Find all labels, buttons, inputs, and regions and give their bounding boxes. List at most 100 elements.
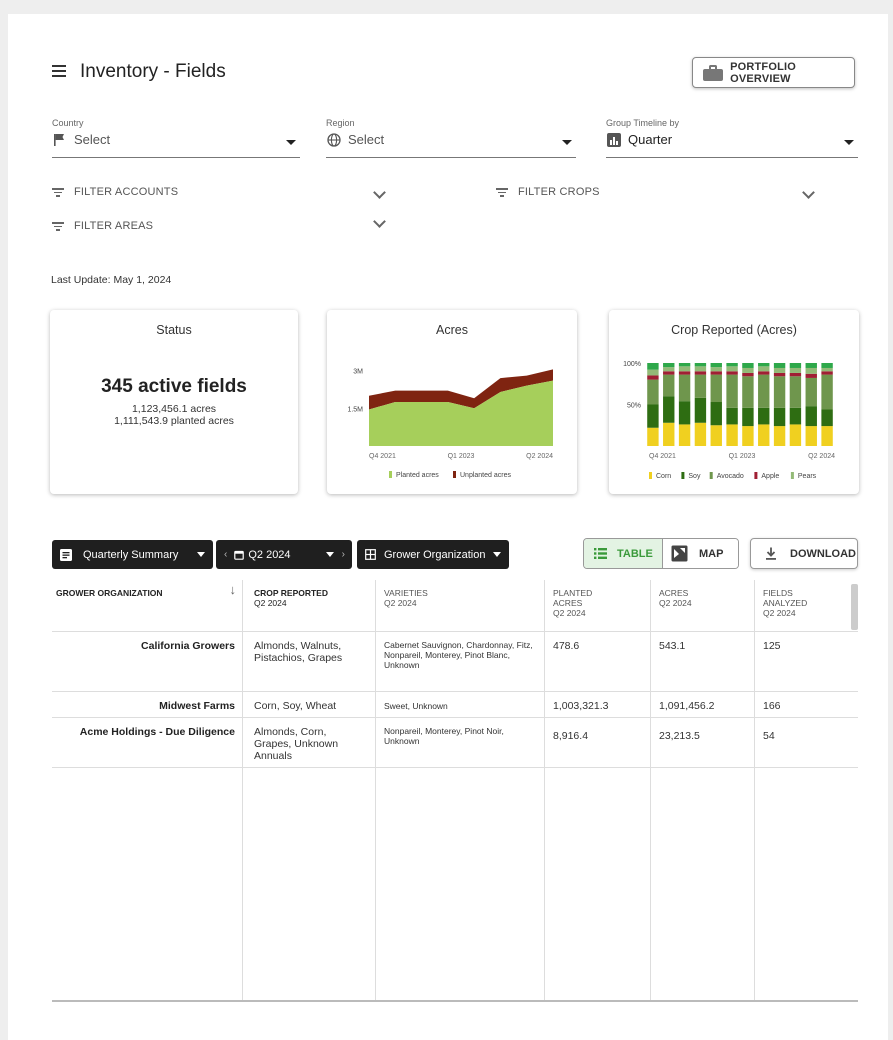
bar-segment	[789, 372, 802, 377]
download-button[interactable]: DOWNLOAD	[750, 538, 858, 569]
bar-segment	[647, 404, 659, 428]
summary-select[interactable]: Quarterly Summary	[52, 540, 213, 569]
page-title: Inventory - Fields	[80, 61, 226, 82]
timeline-select[interactable]: Group Timeline by Quarter	[606, 118, 858, 158]
list-icon	[594, 548, 607, 559]
caret-down-icon	[492, 552, 501, 557]
active-fields-count: 345 active fields	[101, 376, 247, 397]
bar-segment	[758, 366, 770, 372]
table-row[interactable]: California Growers Almonds, Walnuts, Pis…	[52, 632, 858, 692]
header-fields-analyzed[interactable]: FIELDS ANALYZED Q2 2024	[754, 580, 858, 632]
total-acres: 1,123,456.1 acres	[131, 403, 217, 415]
chevron-down-icon[interactable]	[802, 190, 816, 200]
sort-arrow-icon[interactable]: ↓	[230, 583, 237, 596]
bar-segment	[821, 367, 833, 372]
filter-icon	[496, 187, 508, 197]
legend-label: Pears	[798, 473, 817, 480]
filter-crops[interactable]: FILTER CROPS	[496, 182, 600, 202]
page: Inventory - Fields PORTFOLIO OVERVIEW Co…	[8, 14, 888, 1040]
bar-segment	[773, 367, 786, 373]
portfolio-overview-button[interactable]: PORTFOLIO OVERVIEW	[692, 57, 855, 88]
header-title: GROWER ORGANIZATION	[56, 588, 163, 598]
y-tick-label: 100%	[623, 361, 641, 368]
legend-label: Unplanted acres	[460, 472, 511, 479]
x-tick-label: Q1 2023	[448, 453, 475, 460]
cell-acres: 1,091,456.2	[659, 700, 715, 712]
bar-segment	[678, 374, 691, 402]
cell-crops: Almonds, Corn, Grapes, Unknown Annuals	[254, 726, 339, 762]
y-tick-label: 3M	[353, 369, 363, 376]
table-row[interactable]: Acme Holdings - Due Diligence Almonds, C…	[52, 718, 858, 768]
bar-segment	[710, 371, 722, 375]
cell-acres: 543.1	[659, 640, 686, 652]
flag-icon	[54, 134, 64, 146]
filter-icon	[52, 221, 64, 231]
header-acres[interactable]: ACRES Q2 2024	[650, 580, 754, 632]
legend-swatch	[649, 472, 652, 479]
filter-accounts[interactable]: FILTER ACCOUNTS	[52, 182, 178, 202]
header-varieties[interactable]: VARIETIES Q2 2024	[375, 580, 544, 632]
chevron-down-icon	[286, 140, 296, 145]
view-toggle[interactable]: TABLE MAP	[583, 538, 739, 569]
header-title: PLANTED ACRES	[553, 588, 593, 608]
country-select[interactable]: Country Select	[52, 118, 300, 158]
region-label: Region	[326, 118, 355, 128]
bar-segment	[821, 409, 833, 427]
country-value: Select	[74, 132, 111, 147]
bar-segment	[742, 407, 754, 427]
portfolio-overview-label: PORTFOLIO OVERVIEW	[730, 60, 797, 85]
header-title: FIELDS ANALYZED	[763, 588, 808, 608]
bar-segment	[773, 372, 786, 377]
bar-segment	[821, 363, 833, 368]
map-view-button[interactable]: MAP	[663, 539, 738, 568]
bar-segment	[758, 363, 770, 367]
bar-segment	[663, 396, 675, 423]
previous-period-icon[interactable]: ‹	[224, 549, 227, 560]
cell-org: California Growers	[141, 640, 235, 652]
planted-acres-area	[369, 380, 553, 446]
globe-icon	[327, 133, 341, 147]
menu-icon[interactable]	[52, 65, 66, 77]
bar-segment	[678, 363, 691, 367]
chevron-down-icon	[844, 140, 854, 145]
status-card: Status 345 active fields 1,123,456.1 acr…	[50, 310, 298, 494]
bar-segment	[694, 422, 707, 446]
bar-segment	[773, 426, 786, 446]
y-tick-label: 50%	[627, 403, 641, 410]
header-sub: Q2 2024	[659, 598, 692, 608]
bar-segment	[663, 363, 675, 368]
chevron-down-icon[interactable]	[373, 190, 387, 200]
group-by-label: Grower Organization	[384, 548, 486, 561]
cell-org: Acme Holdings - Due Diligence	[79, 726, 235, 738]
chevron-down-icon	[562, 140, 572, 145]
legend-label: Apple	[761, 473, 779, 480]
bar-segment	[710, 402, 722, 426]
header-crop-reported[interactable]: CROP REPORTED Q2 2024	[242, 580, 375, 632]
table-view-label: TABLE	[617, 547, 653, 560]
table-row[interactable]: Midwest Farms Corn, Soy, Wheat Sweet, Un…	[52, 692, 858, 718]
bar-segment	[758, 374, 770, 408]
grower-table: GROWER ORGANIZATION ↓ CROP REPORTED Q2 2…	[52, 580, 858, 1002]
bar-segment	[710, 363, 722, 368]
bar-segment	[678, 371, 691, 375]
chevron-down-icon[interactable]	[373, 219, 387, 229]
caret-down-icon	[197, 552, 205, 557]
group-by-select[interactable]: Grower Organization	[357, 540, 509, 569]
bar-segment	[694, 366, 707, 372]
table-view-button[interactable]: TABLE	[584, 539, 663, 568]
bar-segment	[773, 363, 786, 368]
header-planted-acres[interactable]: PLANTED ACRES Q2 2024	[544, 580, 650, 632]
region-value: Select	[348, 132, 385, 147]
download-label: DOWNLOAD	[790, 547, 856, 560]
filter-areas[interactable]: FILTER AREAS	[52, 216, 153, 236]
crop-card: Crop Reported (Acres) 100% 50% Q4 2021 Q1 2…	[609, 310, 859, 494]
header-grower-organization[interactable]: GROWER ORGANIZATION ↓	[52, 580, 242, 632]
period-select[interactable]: ‹ Q2 2024 ›	[216, 540, 352, 569]
legend-swatch	[790, 472, 794, 479]
next-period-icon[interactable]: ›	[342, 549, 345, 560]
bar-segment	[742, 376, 754, 408]
x-tick-label: Q4 2021	[649, 453, 676, 460]
table-scrollbar[interactable]	[851, 584, 858, 630]
bar-segment	[789, 424, 802, 446]
region-select[interactable]: Region Select	[326, 118, 576, 158]
